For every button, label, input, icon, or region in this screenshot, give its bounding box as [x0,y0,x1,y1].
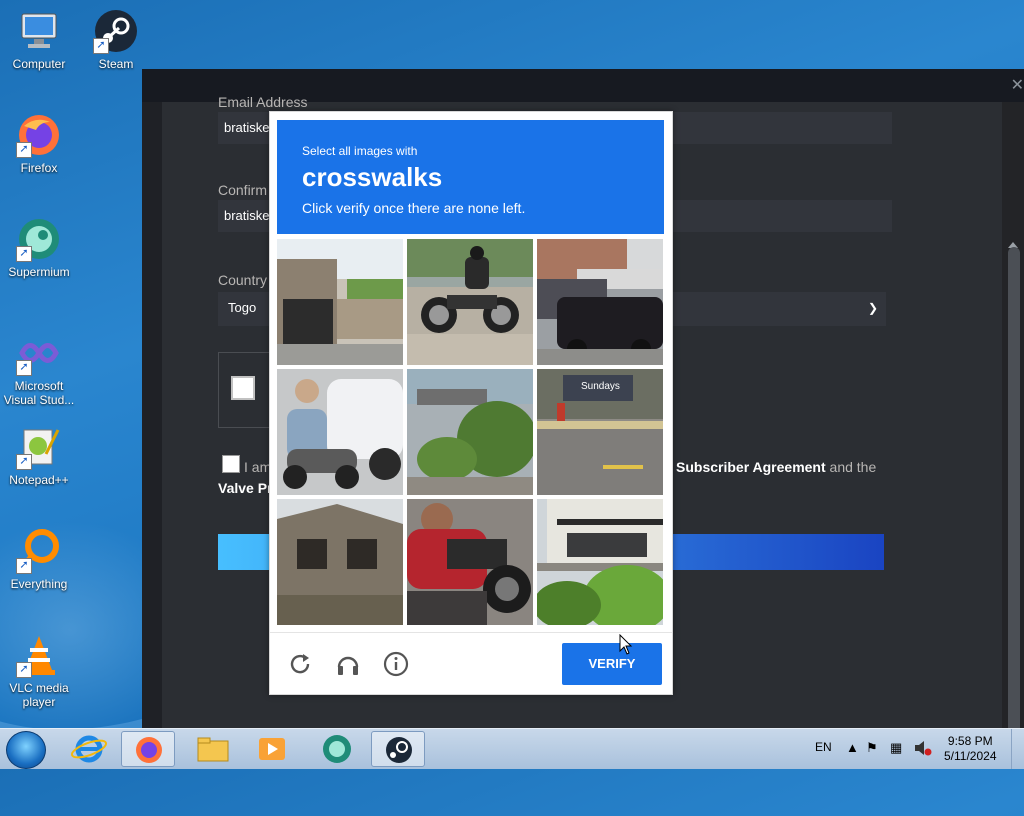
clock-date: 5/11/2024 [944,749,997,763]
notepadpp-icon: ➚ [16,424,62,470]
close-icon[interactable]: ✕ [1011,75,1024,95]
shortcut-arrow-icon: ➚ [16,454,32,470]
scroll-thumb[interactable] [1008,247,1020,737]
internet-explorer-icon [70,735,108,763]
shortcut-arrow-icon: ➚ [16,142,32,158]
desktop-icon-visual-studio[interactable]: ➚ Microsoft Visual Stud... [1,330,77,407]
scrollbar[interactable] [1002,102,1024,737]
firefox-icon: ➚ [16,112,62,158]
taskbar-supermium[interactable] [310,731,364,767]
everything-icon: ➚ [16,528,62,574]
supermium-icon: ➚ [16,216,62,262]
mouse-cursor-icon [619,634,633,655]
captcha-tile-9[interactable] [537,499,663,625]
subscriber-agreement-link[interactable]: Subscriber Agreement [676,459,826,475]
taskbar-explorer[interactable] [186,731,240,767]
steam-icon [386,737,412,763]
valve-privacy-link[interactable]: Valve Pr [218,480,273,496]
reload-icon[interactable] [287,651,313,677]
desktop-icon-notepadpp[interactable]: ➚ Notepad++ [1,424,77,487]
desktop-icon-steam[interactable]: ➚ Steam [78,8,154,71]
steam-icon: ➚ [93,8,139,54]
recaptcha-checkbox[interactable] [231,376,255,400]
valve-privacy-link-label: Valve Pr [218,480,273,496]
agree-text-tail: Subscriber Agreement and the [676,459,876,475]
vlc-icon: ➚ [16,632,62,678]
email-label: Email Address [218,94,308,110]
chevron-down-icon: ❯ [867,301,878,315]
desktop-icon-firefox[interactable]: ➚ Firefox [1,112,77,175]
clock-time: 9:58 PM [947,734,993,748]
desktop-icon-vlc[interactable]: ➚ VLC media player [1,632,77,709]
computer-icon [16,8,62,54]
captcha-challenge-popup: Select all images with crosswalks Click … [269,111,673,695]
audio-icon[interactable] [335,651,361,677]
agree-text-prefix: I am [244,459,272,475]
confirm-email-label: Confirm [218,182,268,198]
email-value: bratiske [224,120,270,135]
country-label: Country [218,272,268,288]
captcha-prompt-instructions: Click verify once there are none left. [302,200,526,216]
desktop-icon-label: Notepad++ [9,473,69,487]
info-icon[interactable] [383,651,409,677]
taskbar-steam[interactable] [371,731,425,767]
agree-text-mid: and the [829,459,877,475]
captcha-image-grid: Sundays [277,239,664,625]
country-value: Togo [228,300,257,315]
taskbar-firefox[interactable] [121,731,175,767]
captcha-tile-6[interactable]: Sundays [537,369,663,495]
desktop-icon-label: Firefox [20,161,58,175]
captcha-header: Select all images with crosswalks Click … [277,120,664,234]
desktop-icon-everything[interactable]: ➚ Everything [1,528,77,591]
shortcut-arrow-icon: ➚ [16,246,32,262]
action-center-flag-icon[interactable]: ⚑ [866,740,878,756]
tray-expand-icon[interactable]: ▲ [846,740,859,755]
firefox-icon [136,737,162,763]
start-button[interactable] [6,731,46,769]
shortcut-arrow-icon: ➚ [93,38,109,54]
captcha-tile-8[interactable] [407,499,533,625]
desktop-icon-label: Everything [10,577,68,591]
shortcut-arrow-icon: ➚ [16,558,32,574]
captcha-tile-4[interactable] [277,369,403,495]
shortcut-arrow-icon: ➚ [16,662,32,678]
system-clock[interactable]: 9:58 PM 5/11/2024 [944,734,997,764]
desktop-icon-label: Computer [12,57,66,71]
taskbar-ie[interactable] [62,731,116,767]
file-explorer-icon [197,737,229,762]
captcha-prompt-small: Select all images with [302,144,418,158]
svg-text:Sundays: Sundays [581,381,620,392]
desktop-icon-label: Microsoft Visual Stud... [3,379,75,407]
media-player-icon [259,738,285,760]
visual-studio-icon: ➚ [16,330,62,376]
taskbar: EN ▲ ⚑ ▦ 9:58 PM 5/11/2024 [0,728,1024,769]
desktop-icon-label: Supermium [8,265,70,279]
captcha-tile-7[interactable] [277,499,403,625]
desktop-icon-supermium[interactable]: ➚ Supermium [1,216,77,279]
supermium-icon [323,735,351,763]
agree-checkbox[interactable] [222,455,240,473]
captcha-tile-3[interactable] [537,239,663,365]
confirm-email-value: bratiske [224,208,270,223]
captcha-tile-5[interactable] [407,369,533,495]
captcha-footer: VERIFY [270,632,672,694]
volume-muted-icon[interactable] [914,740,932,759]
captcha-tile-1[interactable] [277,239,403,365]
taskbar-media-player[interactable] [245,731,299,767]
show-desktop-button[interactable] [1011,729,1024,769]
network-icon[interactable]: ▦ [890,740,902,756]
desktop-icon-label: VLC media player [9,681,69,709]
shortcut-arrow-icon: ➚ [16,360,32,376]
captcha-prompt-target: crosswalks [302,162,443,192]
language-indicator[interactable]: EN [815,740,832,754]
captcha-tile-2[interactable] [407,239,533,365]
desktop-icon-computer[interactable]: Computer [1,8,77,71]
verify-button[interactable]: VERIFY [562,643,662,685]
